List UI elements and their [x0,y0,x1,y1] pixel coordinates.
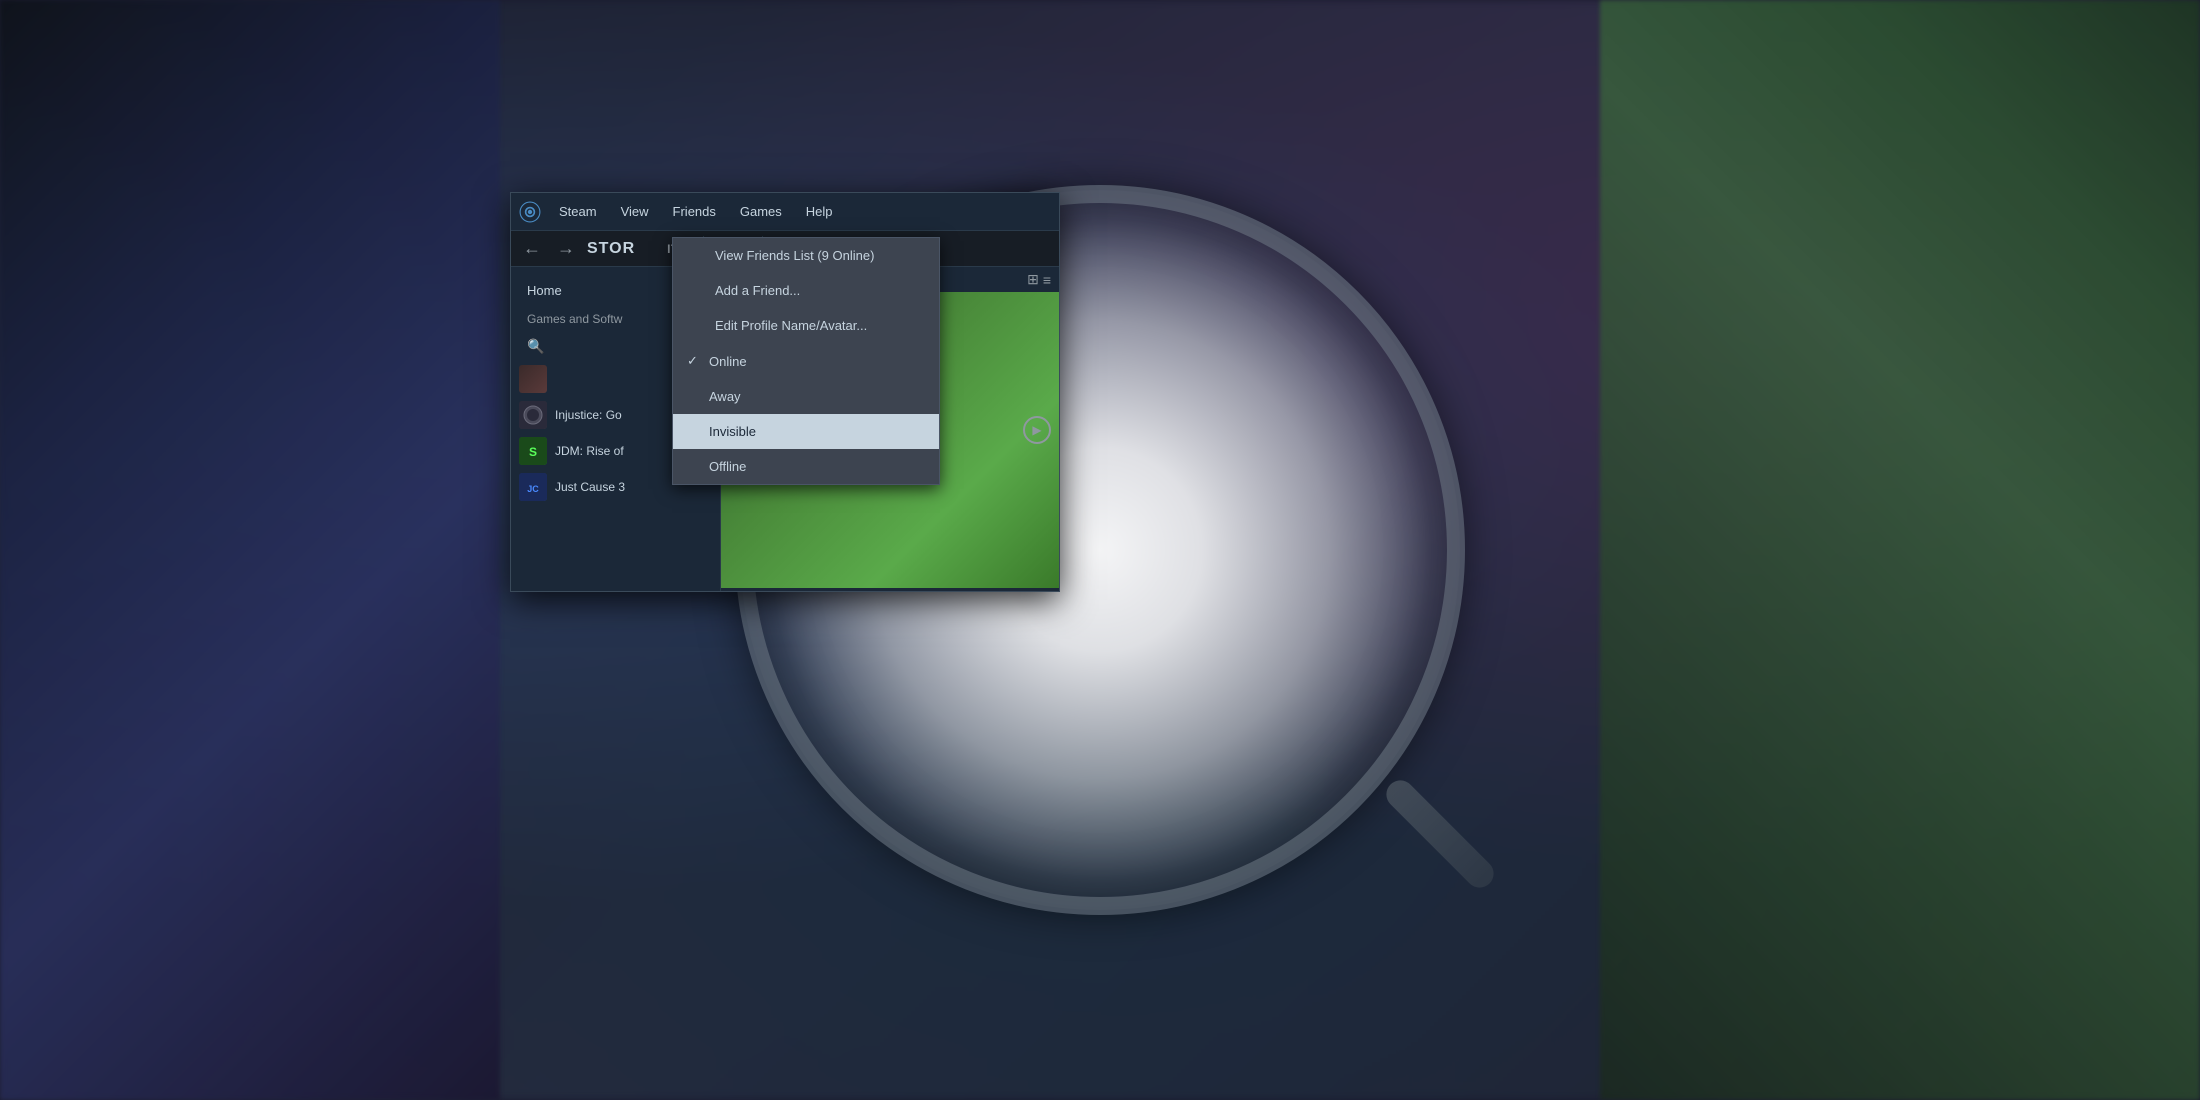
background-art-left [0,0,500,1100]
play-button[interactable]: ▶ [1023,416,1051,444]
grid-icon[interactable]: ⊞ [1027,271,1039,288]
game-icon-unknown [519,365,547,393]
menu-item-friends[interactable]: Friends [663,200,726,223]
game-name-justcause: Just Cause 3 [555,480,625,494]
dropdown-label-view-friends: View Friends List (9 Online) [715,248,874,263]
game-icon-injustice [519,401,547,429]
store-label: STOR [587,240,635,258]
dropdown-item-invisible[interactable]: Invisible [673,414,939,449]
dropdown-item-add-friend[interactable]: Add a Friend... [673,273,939,308]
online-check-icon: ✓ [687,353,701,369]
dropdown-label-invisible: Invisible [709,424,756,439]
svg-text:JC: JC [527,484,539,494]
menu-item-games[interactable]: Games [730,200,792,223]
menu-item-view[interactable]: View [611,200,659,223]
game-name-injustice: Injustice: Go [555,408,622,422]
dropdown-item-away[interactable]: Away [673,379,939,414]
search-icon: 🔍 [527,338,544,355]
menu-bar: Steam View Friends Games Help [511,193,1059,231]
dropdown-item-view-friends[interactable]: View Friends List (9 Online) [673,238,939,273]
back-button[interactable]: ← [519,236,545,261]
background-art-right [1600,0,2200,1100]
dropdown-label-edit-profile: Edit Profile Name/Avatar... [715,318,867,333]
svg-text:S: S [529,445,537,459]
dropdown-label-online: Online [709,354,747,369]
menu-item-help[interactable]: Help [796,200,843,223]
game-name-jdm: JDM: Rise of [555,444,624,458]
forward-button[interactable]: → [553,236,579,261]
dropdown-item-online[interactable]: ✓ Online [673,343,939,379]
dropdown-item-edit-profile[interactable]: Edit Profile Name/Avatar... [673,308,939,343]
game-icon-justcause: JC [519,473,547,501]
dropdown-label-away: Away [709,389,741,404]
menu-item-steam[interactable]: Steam [549,200,607,223]
steam-logo-icon [519,201,541,223]
friends-dropdown-menu: View Friends List (9 Online) Add a Frien… [672,237,940,485]
dropdown-label-offline: Offline [709,459,746,474]
game-icon-jdm: S [519,437,547,465]
dropdown-item-offline[interactable]: Offline [673,449,939,484]
list-icon[interactable]: ≡ [1043,272,1051,288]
dropdown-label-add-friend: Add a Friend... [715,283,800,298]
